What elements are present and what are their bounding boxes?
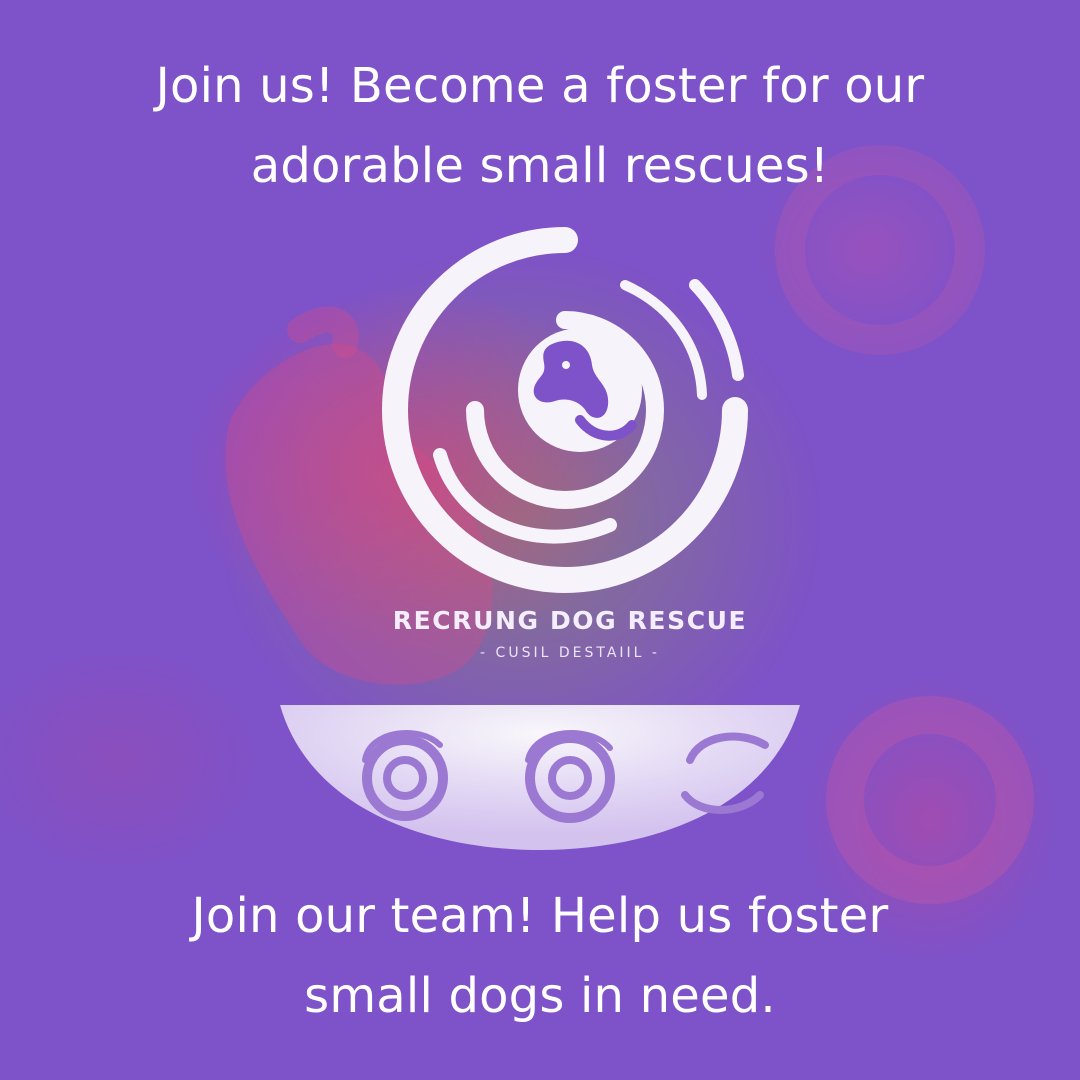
dog-swirl-logo-icon <box>382 227 748 593</box>
headline-top-line-1: Join us! Become a foster for our <box>155 58 925 114</box>
swirl-bowl-icon <box>280 705 800 850</box>
headline-top-line-2: adorable small rescues! <box>250 138 830 194</box>
headline-top: Join us! Become a foster for our adorabl… <box>40 46 1040 206</box>
headline-bottom-line-2: small dogs in need. <box>304 968 776 1024</box>
brand-tagline: - CUSIL DESTAIIL - <box>480 645 660 661</box>
headline-bottom-line-1: Join our team! Help us foster <box>191 888 889 944</box>
brand-name: RECRUNG DOG RESCUE <box>392 606 748 635</box>
headline-bottom: Join our team! Help us foster small dogs… <box>40 876 1040 1036</box>
poster: Join us! Become a foster for our adorabl… <box>0 0 1080 1080</box>
